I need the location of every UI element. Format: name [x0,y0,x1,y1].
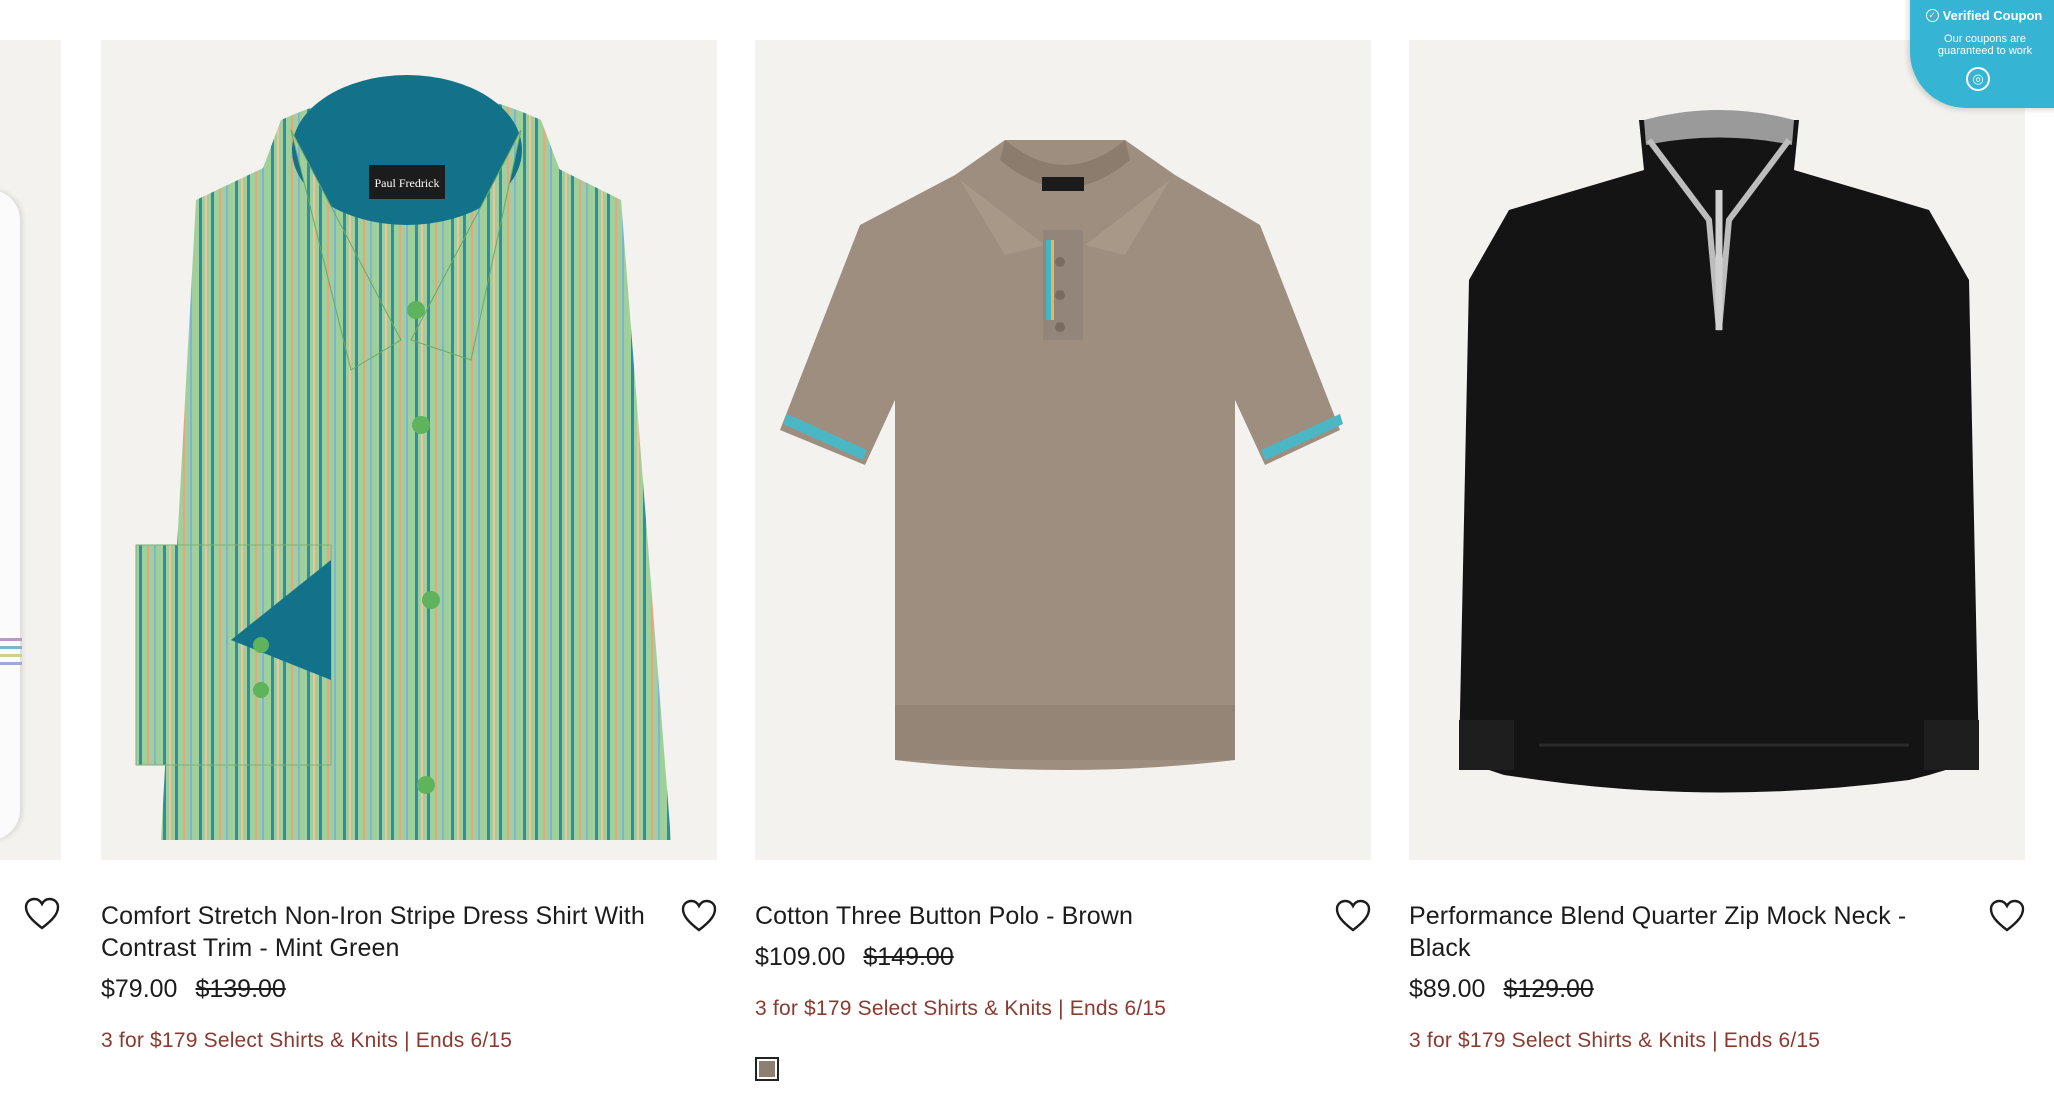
price-row: $109.00 $149.00 [755,941,1371,973]
wishlist-heart-icon[interactable] [24,897,60,935]
original-price: $129.00 [1503,975,1594,1003]
coupon-title-row: ✓ Verified Coupon [1898,8,2054,23]
color-swatch[interactable] [755,1057,779,1081]
wishlist-heart-icon[interactable] [681,899,717,932]
price-row: $89.00 $129.00 [1409,973,2025,1005]
coupon-subtitle-line: guaranteed to work [1937,45,2033,57]
product-card[interactable]: Paul Fredrick Comfort Stretch Non-Iron S… [101,40,717,1053]
verified-coupon-badge[interactable]: ✓ Verified Coupon Our coupons are guaran… [1910,0,2054,108]
coupon-subtitle: Our coupons are guaranteed to work [1900,33,2054,57]
product-grid: Paul Fredrick Comfort Stretch Non-Iron S… [0,0,2054,1104]
stripe [0,662,22,665]
price-row: $79.00 $139.00 [101,973,717,1005]
dress-shirt-image: Paul Fredrick [135,75,671,840]
product-card[interactable]: Performance Blend Quarter Zip Mock Neck … [1409,40,2025,1053]
product-card[interactable]: Cotton Three Button Polo - Brown $109.00… [755,40,1371,1081]
stripe [0,646,22,649]
stripe [0,654,22,657]
original-price: $139.00 [195,975,286,1003]
coupon-icon[interactable]: ◎ [1966,67,1990,91]
promo-text: 3 for $179 Select Shirts & Knits | Ends … [101,1029,513,1052]
sale-price: $89.00 [1409,975,1486,1003]
check-circle-icon: ✓ [1925,9,1939,22]
product-title[interactable]: Performance Blend Quarter Zip Mock Neck … [1409,900,1969,964]
promo-text: 3 for $179 Select Shirts & Knits | Ends … [1409,1029,1821,1052]
polo-shirt-image [780,140,1343,770]
sale-price: $79.00 [101,975,178,1003]
product-image[interactable]: Paul Fredrick [101,40,717,860]
coupon-title: Verified Coupon [1942,8,2043,23]
promo-text: 3 for $179 Select Shirts & Knits | Ends … [755,997,1167,1020]
partial-shirt-graphic [0,190,20,840]
product-image[interactable] [1409,40,2025,860]
brand-label: Paul Fredrick [375,176,440,190]
product-title[interactable]: Cotton Three Button Polo - Brown [755,900,1315,932]
coupon-subtitle-line: Our coupons are [1944,33,2026,45]
wishlist-heart-icon[interactable] [1989,899,2025,932]
swatch-color [759,1061,775,1077]
stripe [0,638,22,641]
quarter-zip-image [1459,110,1979,793]
product-image-partial[interactable] [0,40,61,860]
wishlist-heart-icon[interactable] [1335,899,1371,932]
product-image[interactable] [755,40,1371,860]
original-price: $149.00 [863,943,954,971]
sale-price: $109.00 [755,943,846,971]
product-title[interactable]: Comfort Stretch Non-Iron Stripe Dress Sh… [101,900,661,964]
